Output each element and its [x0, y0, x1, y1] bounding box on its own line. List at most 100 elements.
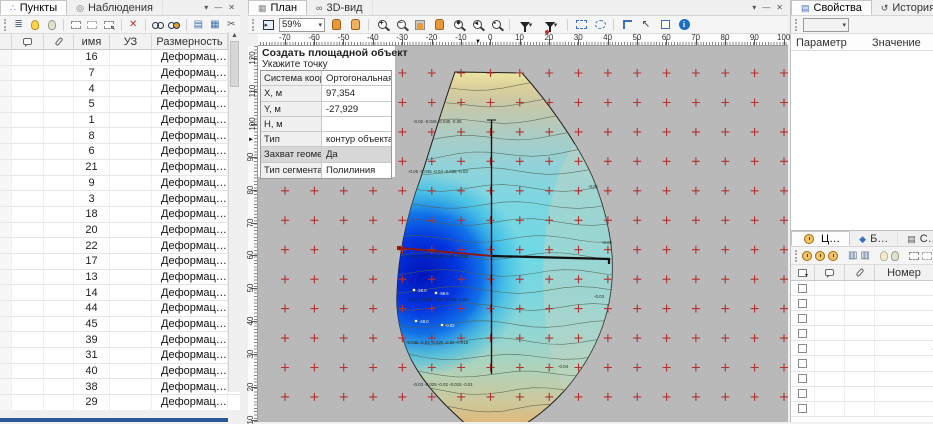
- row-selector-cell[interactable]: [0, 317, 12, 332]
- drag-hand-icon[interactable]: [347, 17, 363, 32]
- binoculars-search-icon[interactable]: [151, 17, 164, 32]
- table-row[interactable]: 29Деформац…: [0, 395, 240, 410]
- row-selector-cell[interactable]: [0, 191, 12, 206]
- table-row[interactable]: 21Деформац…: [0, 160, 240, 176]
- minimize-icon[interactable]: —: [214, 3, 222, 12]
- column-header-attachment[interactable]: [44, 34, 74, 49]
- close-icon[interactable]: ✕: [228, 3, 235, 12]
- row-selector-cell[interactable]: [0, 379, 12, 394]
- table-row[interactable]: 40Деформац…: [0, 364, 240, 380]
- dialog-row-value[interactable]: [322, 117, 391, 131]
- row-selector-cell[interactable]: [0, 254, 12, 269]
- cycle-row[interactable]: 0: [791, 281, 933, 296]
- row-selector-cell[interactable]: [0, 301, 12, 316]
- select-all-icon[interactable]: [909, 248, 919, 263]
- table-row[interactable]: 3Деформац…: [0, 191, 240, 207]
- map-canvas[interactable]: Создать площадной объект Укажите точку С…: [258, 46, 788, 422]
- row-selector-cell[interactable]: [0, 50, 12, 65]
- layer-visibility-icon[interactable]: ≣: [12, 17, 25, 32]
- tools-icon[interactable]: ✂: [225, 17, 238, 32]
- dialog-row-value[interactable]: Да: [322, 147, 391, 161]
- checkbox-cell[interactable]: [791, 311, 815, 325]
- row-checkbox[interactable]: [798, 314, 807, 323]
- tab-3d-вид[interactable]: ∞3D-вид: [307, 0, 373, 15]
- row-selector-cell[interactable]: [0, 223, 12, 238]
- checkbox-cell[interactable]: [791, 341, 815, 355]
- bulb-off-icon[interactable]: [891, 248, 899, 263]
- row-selector-cell[interactable]: [0, 285, 12, 300]
- info-icon[interactable]: i: [676, 17, 692, 32]
- tab-свойства[interactable]: ▤Свойства: [791, 0, 872, 15]
- menu-caret-icon[interactable]: ▾: [752, 3, 756, 12]
- zoom-out-icon[interactable]: −: [393, 17, 409, 32]
- dialog-row[interactable]: Система коорди…Ортогональная: [261, 71, 391, 86]
- zoom-level-select[interactable]: 59% ▾: [279, 18, 325, 32]
- table-row[interactable]: 22Деформац…: [0, 238, 240, 254]
- tab-с-[interactable]: ▤С…: [898, 231, 933, 246]
- deselect-all-icon[interactable]: [86, 17, 99, 32]
- zoom-in-icon[interactable]: +: [374, 17, 390, 32]
- table-row[interactable]: 45Деформац…: [0, 317, 240, 333]
- row-checkbox[interactable]: [798, 359, 807, 368]
- column-header-dimension[interactable]: Размерность: [152, 34, 228, 49]
- table-row[interactable]: 1Деформац…: [0, 113, 240, 129]
- row-checkbox[interactable]: [798, 299, 807, 308]
- cycle-row[interactable]: 1: [791, 296, 933, 311]
- column-header-name[interactable]: имя: [74, 34, 110, 49]
- tab-история[interactable]: ↺История: [872, 0, 933, 15]
- cycle-row[interactable]: 8: [791, 402, 933, 417]
- row-checkbox[interactable]: [798, 389, 807, 398]
- table-row[interactable]: 20Деформац…: [0, 223, 240, 239]
- cycle-add-icon[interactable]: [802, 248, 812, 263]
- minimize-icon[interactable]: —: [762, 3, 770, 12]
- table-grid-icon[interactable]: ▦: [208, 17, 221, 32]
- cycle-delete-icon[interactable]: [828, 248, 838, 263]
- checkbox-cell[interactable]: [791, 281, 815, 295]
- table-row[interactable]: 44Деформац…: [0, 301, 240, 317]
- column-header-uz[interactable]: УЗ: [110, 34, 152, 49]
- close-icon[interactable]: ✕: [776, 3, 783, 12]
- table-row[interactable]: 4Деформац…: [0, 81, 240, 97]
- column-header-number[interactable]: Номер: [875, 265, 933, 280]
- checkbox-cell[interactable]: [791, 402, 815, 416]
- cycle-row[interactable]: 7: [791, 387, 933, 402]
- row-checkbox[interactable]: [798, 284, 807, 293]
- zoom-extents-icon[interactable]: ⁕: [450, 17, 466, 32]
- dialog-row-value[interactable]: Ортогональная: [322, 71, 391, 85]
- row-selector-cell[interactable]: [0, 128, 12, 143]
- scrollbar-thumb[interactable]: [230, 41, 239, 87]
- lasso-select-icon[interactable]: [592, 17, 608, 32]
- move-column-right-icon[interactable]: ▥: [860, 248, 869, 263]
- row-selector-cell[interactable]: [0, 395, 12, 410]
- row-checkbox[interactable]: [798, 344, 807, 353]
- delete-icon[interactable]: ✕: [126, 17, 139, 32]
- row-selector-cell[interactable]: [0, 270, 12, 285]
- zoom-previous-icon[interactable]: ◂: [469, 17, 485, 32]
- cycle-row[interactable]: 5: [791, 356, 933, 371]
- tab-б-[interactable]: ◆Б…: [850, 231, 898, 246]
- table-row[interactable]: 38Деформац…: [0, 379, 240, 395]
- menu-caret-icon[interactable]: ▾: [204, 3, 208, 12]
- row-checkbox[interactable]: [798, 374, 807, 383]
- scroll-up-icon[interactable]: ▲: [231, 32, 238, 39]
- move-column-left-icon[interactable]: ▥: [848, 248, 857, 263]
- table-row[interactable]: 31Деформац…: [0, 348, 240, 364]
- search-settings-icon[interactable]: [167, 17, 180, 32]
- row-selector-cell[interactable]: [0, 238, 12, 253]
- fit-view-icon[interactable]: [260, 17, 276, 32]
- table-row[interactable]: 13Деформац…: [0, 270, 240, 286]
- pan-hand-icon[interactable]: [328, 17, 344, 32]
- cycle-row[interactable]: 6: [791, 372, 933, 387]
- column-header-comment[interactable]: [815, 265, 845, 280]
- tab-наблюдения[interactable]: ◎Наблюдения: [67, 0, 163, 15]
- filter-icon[interactable]: ▾: [515, 17, 537, 32]
- table-row[interactable]: 16Деформац…: [0, 50, 240, 66]
- dialog-row-value[interactable]: 97,354: [322, 86, 391, 100]
- cycles-tab-icon[interactable]: [801, 231, 817, 246]
- table-row[interactable]: 6Деформац…: [0, 144, 240, 160]
- column-header-parameter[interactable]: Параметр: [791, 34, 867, 50]
- table-row[interactable]: 5Деформац…: [0, 97, 240, 113]
- checkbox-cell[interactable]: [791, 296, 815, 310]
- invert-selection-icon[interactable]: [102, 17, 115, 32]
- row-selector-cell[interactable]: [0, 113, 12, 128]
